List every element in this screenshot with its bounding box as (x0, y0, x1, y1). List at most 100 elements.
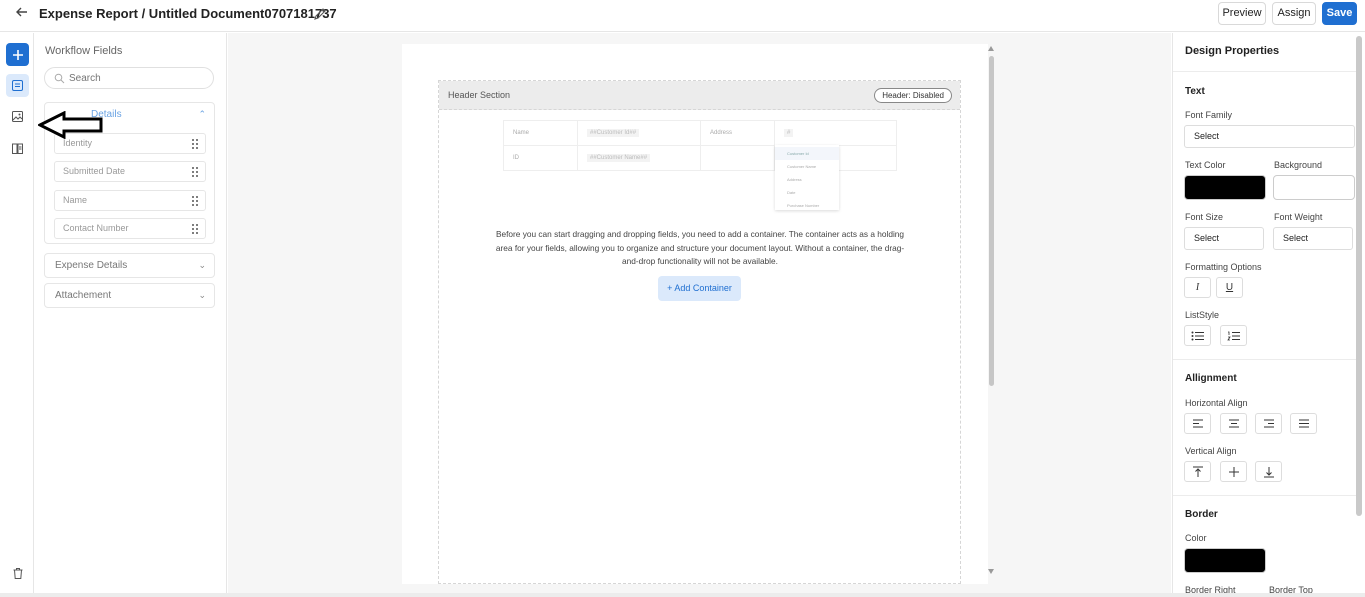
formatting-options-label: Formatting Options (1185, 262, 1262, 272)
header-section[interactable]: Header Section Header: Disabled (439, 81, 960, 110)
panel-title: Design Properties (1185, 45, 1280, 57)
plus-icon[interactable] (6, 43, 29, 66)
left-tool-rail (0, 33, 34, 597)
dropdown-option[interactable]: Customer Name (775, 160, 839, 173)
align-middle-icon[interactable] (1220, 461, 1247, 482)
horizontal-align-label: Horizontal Align (1185, 398, 1248, 408)
add-container-button[interactable]: + Add Container (658, 276, 741, 301)
image-icon[interactable] (6, 105, 29, 128)
placeholder-token: # (784, 129, 794, 137)
search-box (44, 67, 214, 89)
top-bar: Expense Report / Untitled Document070718… (0, 0, 1365, 32)
save-button[interactable]: Save (1322, 2, 1357, 25)
section-title-text: Text (1185, 86, 1205, 97)
chevron-up-icon: ⌃ (198, 109, 206, 119)
dropdown-option[interactable]: Address (775, 173, 839, 186)
document-sheet: Header Section Header: Disabled Name ##C… (438, 80, 961, 584)
table-cell: ##Customer Id## (577, 120, 701, 146)
form-icon[interactable] (6, 74, 29, 97)
underline-button[interactable]: U (1216, 277, 1243, 298)
dropdown-option[interactable]: Customer Id (775, 147, 839, 160)
annotation-arrow-icon (38, 111, 103, 139)
background-color-swatch[interactable] (1273, 175, 1355, 200)
group-label: Expense Details (55, 260, 128, 271)
font-size-select[interactable]: Select (1184, 227, 1264, 250)
table-cell (700, 145, 775, 171)
scroll-down-arrow-icon[interactable] (988, 569, 994, 574)
divider (1173, 495, 1359, 496)
group-header-expense-details[interactable]: Expense Details ⌄ (45, 254, 214, 277)
drag-handle-icon[interactable] (191, 138, 199, 150)
field-item-name[interactable]: Name (54, 190, 206, 211)
header-status-badge[interactable]: Header: Disabled (874, 88, 952, 103)
table-cell: Address (700, 120, 775, 146)
field-label: Submitted Date (63, 166, 126, 176)
canvas-scrollbar[interactable] (988, 46, 994, 574)
field-label: Contact Number (63, 223, 129, 233)
field-label: Name (63, 195, 88, 205)
document-icon[interactable] (6, 137, 29, 160)
document-canvas: Header Section Header: Disabled Name ##C… (228, 33, 1171, 597)
preview-button[interactable]: Preview (1218, 2, 1266, 25)
back-arrow-icon[interactable] (12, 5, 32, 25)
search-input[interactable] (69, 71, 209, 86)
trash-icon[interactable] (6, 562, 29, 585)
field-group-expense-details: Expense Details ⌄ (44, 253, 215, 278)
group-header-attachement[interactable]: Attachement ⌄ (45, 284, 214, 307)
bottom-border (0, 593, 1365, 597)
properties-scrollbar[interactable] (1356, 36, 1362, 516)
align-top-icon[interactable] (1184, 461, 1211, 482)
drag-handle-icon[interactable] (191, 223, 199, 235)
font-family-label: Font Family (1185, 110, 1233, 120)
table-cell: ##Customer Name## (577, 145, 701, 171)
dropdown-option[interactable]: Purchase Number (775, 199, 839, 212)
background-label: Background (1274, 160, 1323, 170)
document-title: Expense Report / Untitled Document070718… (39, 6, 337, 21)
chevron-down-icon: ⌄ (198, 290, 206, 300)
divider (1173, 359, 1359, 360)
font-weight-select[interactable]: Select (1273, 227, 1353, 250)
numbered-list-icon[interactable] (1220, 325, 1247, 346)
pencil-edit-icon[interactable] (312, 6, 330, 24)
header-section-label: Header Section (448, 90, 511, 100)
table-cell: ID (503, 145, 578, 171)
font-family-select[interactable]: Select (1184, 125, 1355, 148)
border-color-label: Color (1185, 533, 1207, 543)
liststyle-label: ListStyle (1185, 310, 1220, 320)
align-left-icon[interactable] (1184, 413, 1211, 434)
assign-button[interactable]: Assign (1272, 2, 1316, 25)
text-color-label: Text Color (1185, 160, 1226, 170)
text-color-swatch[interactable] (1184, 175, 1266, 200)
border-color-swatch[interactable] (1184, 548, 1266, 573)
placeholder-token: ##Customer Name## (587, 154, 651, 162)
vertical-align-label: Vertical Align (1185, 446, 1237, 456)
font-weight-label: Font Weight (1274, 212, 1323, 222)
container-help-text: Before you can start dragging and droppi… (495, 229, 905, 266)
drag-handle-icon[interactable] (191, 195, 199, 207)
align-center-icon[interactable] (1220, 413, 1247, 434)
document-page: Header Section Header: Disabled Name ##C… (402, 44, 988, 584)
field-label: Identity (63, 138, 93, 148)
align-justify-icon[interactable] (1290, 413, 1317, 434)
drag-handle-icon[interactable] (191, 166, 199, 178)
field-item-contact-number[interactable]: Contact Number (54, 218, 206, 239)
scrollbar-thumb[interactable] (989, 56, 994, 386)
scroll-up-arrow-icon[interactable] (988, 46, 994, 51)
group-label: Attachement (55, 290, 112, 301)
design-properties-panel: Design Properties Text Font Family Selec… (1172, 33, 1365, 597)
chevron-down-icon: ⌄ (198, 260, 206, 270)
field-item-submitted-date[interactable]: Submitted Date (54, 161, 206, 182)
italic-button[interactable]: I (1184, 277, 1211, 298)
align-right-icon[interactable] (1255, 413, 1282, 434)
bulleted-list-icon[interactable] (1184, 325, 1211, 346)
panel-title: Workflow Fields (45, 45, 123, 57)
dropdown-option[interactable]: Date (775, 186, 839, 199)
placeholder-token: ##Customer Id## (587, 129, 640, 137)
table-cell: Name (503, 120, 578, 146)
align-bottom-icon[interactable] (1255, 461, 1282, 482)
section-title-alignment: Allignment (1185, 373, 1237, 384)
font-size-label: Font Size (1185, 212, 1224, 222)
divider (1173, 71, 1359, 72)
section-title-border: Border (1185, 509, 1218, 520)
field-group-attachement: Attachement ⌄ (44, 283, 215, 308)
